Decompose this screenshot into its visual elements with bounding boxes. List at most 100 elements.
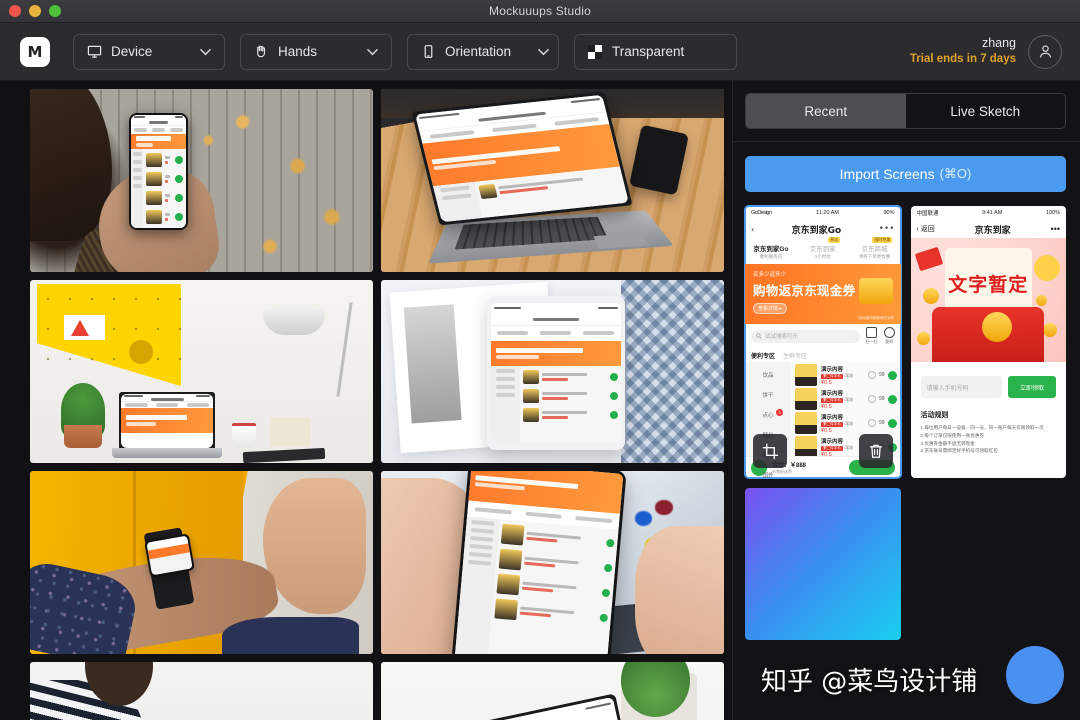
thumb1-banner-cta: 查看详情 ▸ <box>753 303 787 314</box>
thumb1-good-row: 演示内容第二件半价满减¥0.5 99 <box>795 388 897 410</box>
thumb1-tab-2-sub: 领券下单更优惠 <box>858 253 891 259</box>
crop-icon[interactable] <box>753 434 787 468</box>
orientation-filter-button[interactable]: Orientation <box>407 33 559 70</box>
hands-filter-label: Hands <box>278 44 318 59</box>
envelope-icon <box>914 247 943 272</box>
thumbnail-screen-content: 中国联通 9:41 AM 100% ‹ 返回 京东到家 ••• 文字暂定 请输入… <box>910 206 1067 478</box>
app-logo[interactable]: M <box>20 36 50 67</box>
mockup-card-laptop-pegboard[interactable] <box>30 280 373 463</box>
import-screens-button[interactable]: Import Screens (⌘O) <box>745 156 1066 192</box>
window-title: Mockuuups Studio <box>489 4 591 18</box>
thumb1-carrier: GoDesign <box>751 210 772 216</box>
screen-thumbnail-gradient[interactable] <box>745 488 901 640</box>
device-smartwatch <box>143 533 195 578</box>
window-titlebar: Mockuuups Studio <box>0 0 1080 23</box>
mockup-card-laptop-plant-desk[interactable] <box>381 662 724 720</box>
photo-tablet-on-photo-print <box>381 280 724 463</box>
thumb2-form: 请输入手机号码 立即领取 <box>911 362 1067 398</box>
thumb2-phone-input[interactable]: 请输入手机号码 <box>920 376 1002 398</box>
thumb1-side-badge: 3 <box>776 409 783 416</box>
thumb1-good-row: 演示内容第二件半价满减¥0.5 99 <box>795 364 897 386</box>
transparent-filter-button[interactable]: Transparent <box>574 33 737 70</box>
account-area[interactable]: zhang Trial ends in 7 days <box>910 34 1062 69</box>
device-tablet <box>487 296 625 451</box>
thumb2-submit-button[interactable]: 立即领取 <box>1008 376 1056 398</box>
panel-divider <box>733 141 1080 142</box>
photo-phone-two-hands-candy <box>381 471 724 654</box>
chevron-down-icon <box>198 48 212 56</box>
thumb2-rules-title: 活动规则 <box>920 412 949 419</box>
increment-button[interactable] <box>887 418 897 428</box>
thumb1-battery: 90% <box>883 210 895 216</box>
thumb2-rules: 活动规则 1.每位用户每日一设备、同一号、同一账户每天仅限领取一次 2.每个订单… <box>911 398 1067 455</box>
checkerboard-icon <box>587 44 603 60</box>
coin-icon <box>858 278 893 304</box>
mockup-gallery[interactable] <box>0 81 732 720</box>
mockup-card-striped-shirt-laptop[interactable] <box>30 662 373 720</box>
product-image <box>795 364 817 386</box>
mockup-card-phone-cobblestone[interactable] <box>30 89 373 272</box>
right-panel: Recent Live Sketch Import Screens (⌘O) G… <box>732 81 1080 720</box>
thumb2-title: 京东到家 <box>974 224 1011 235</box>
app-window: Mockuuups Studio M Device Hands Orientat… <box>0 0 1080 720</box>
account-name: zhang <box>981 36 1016 51</box>
mockup-card-tablet-photo-print[interactable] <box>381 280 724 463</box>
thumb1-tab-1: 新店 京东到家 1小时达 <box>797 236 849 260</box>
help-fab[interactable] <box>1006 646 1064 704</box>
thumb1-scan-action: 扫一扫 <box>866 327 878 345</box>
thumb1-tab-1-name: 京东到家 <box>809 245 836 253</box>
decrement-button[interactable] <box>867 419 876 427</box>
thumb2-time: 9:41 AM <box>982 210 1003 216</box>
product-image <box>795 388 817 410</box>
screen-thumbnail-jd-redpacket[interactable]: 中国联通 9:41 AM 100% ‹ 返回 京东到家 ••• 文字暂定 请输入… <box>910 206 1067 478</box>
mockup-card-phone-candy[interactable] <box>381 471 724 654</box>
device-filter-button[interactable]: Device <box>73 33 225 70</box>
thumb2-rule-2: 3.优惠券金额不退无转现金 <box>920 440 975 446</box>
thumb1-cat-inactive: 生鲜专区 <box>783 353 808 360</box>
tab-recent[interactable]: Recent <box>746 94 906 128</box>
device-phone <box>451 471 627 654</box>
thumb1-tab-1-badge: 新店 <box>828 236 841 243</box>
search-icon <box>756 333 762 339</box>
thumb1-tab-0-sub: 便利服务店 <box>759 253 783 259</box>
watermark: 知乎 @菜鸟设计铺 <box>761 667 978 697</box>
toolbar-filters: Device Hands Orientation Transparent <box>73 33 737 70</box>
thumb1-title: 京东到家Go <box>791 225 842 236</box>
device-laptop <box>119 391 216 451</box>
thumb1-cat-active: 便利专区 <box>751 353 776 360</box>
increment-button[interactable] <box>887 394 897 404</box>
trash-icon[interactable] <box>858 434 893 468</box>
thumb1-side-1: 饼干 <box>762 393 774 399</box>
screen-thumbnails: GoDesign 11:20 AM 90% ‹ 京东到家Go ••• 京东到家G… <box>744 205 1067 640</box>
decrement-button[interactable] <box>867 371 876 379</box>
decrement-button[interactable] <box>867 395 876 403</box>
hands-filter-button[interactable]: Hands <box>240 33 392 70</box>
tab-live-sketch[interactable]: Live Sketch <box>905 94 1065 128</box>
thumb2-carrier: 中国联通 <box>916 211 939 217</box>
thumb1-back-icon: ‹ <box>751 224 755 234</box>
hand-icon <box>253 44 269 60</box>
thumb1-mine-action: 我的 <box>883 327 895 345</box>
thumb1-tab-2-name: 京东商城 <box>861 245 888 253</box>
photo-laptop-plant-desk <box>381 662 724 720</box>
photo-smartwatch-yellow-wall <box>30 471 373 654</box>
person-icon <box>1039 45 1051 58</box>
thumb1-time: 11:20 AM <box>816 210 839 216</box>
increment-button[interactable] <box>887 370 897 380</box>
account-text: zhang Trial ends in 7 days <box>910 35 1016 67</box>
photo-person-striped-shirt-laptop <box>30 662 373 720</box>
orientation-filter-label: Orientation <box>445 44 512 59</box>
thumb1-tab-1-sub: 1小时达 <box>814 253 831 259</box>
mockup-card-smartwatch-yellow[interactable] <box>30 471 373 654</box>
main-toolbar: M Device Hands Orientation Transparent z… <box>0 23 1080 81</box>
photo-laptop-on-wooden-desk <box>381 89 724 272</box>
thumb2-rule-1: 2.每个订单仅限使用一张优惠券 <box>920 432 985 438</box>
import-screens-shortcut: (⌘O) <box>939 166 972 181</box>
thumb1-promo-banner: 买多少返多少 购物返京东现金券 查看详情 ▸ *活动最终解释权归京东 <box>745 264 901 324</box>
avatar[interactable] <box>1028 34 1062 69</box>
thumb1-more-icon: ••• <box>878 224 895 234</box>
emoji-icon <box>1033 255 1060 282</box>
mockup-card-laptop-wooden-desk[interactable] <box>381 89 724 272</box>
screen-thumbnail-jd-daojia-go[interactable]: GoDesign 11:20 AM 90% ‹ 京东到家Go ••• 京东到家G… <box>744 205 902 479</box>
thumb2-rule-0: 1.每位用户每日一设备、同一号、同一账户每天仅限领取一次 <box>920 425 1044 430</box>
